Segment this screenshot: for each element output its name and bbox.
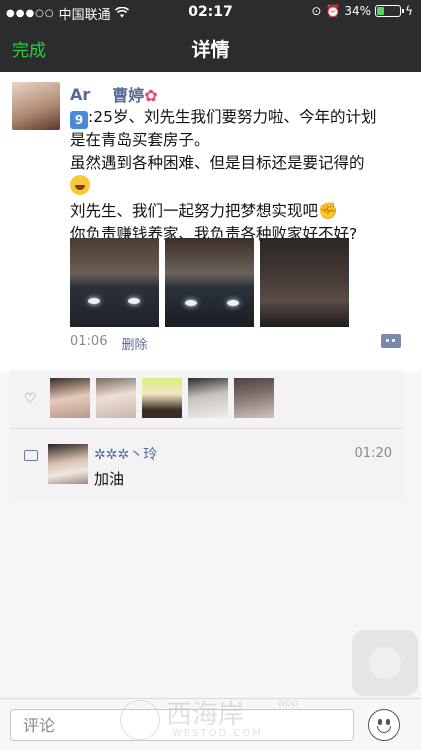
divider [10, 428, 404, 429]
author-avatar[interactable] [12, 82, 60, 130]
number-nine-icon: 9 [70, 111, 88, 129]
alarm-icon: ⏰ [325, 4, 341, 18]
emoji-eye [378, 719, 382, 725]
content-line: 9:25岁、刘先生我们要努力啦、今年的计划 [70, 106, 410, 129]
watermark-app: app [278, 696, 299, 709]
commenter-name[interactable]: ✲✲✲丶玲 [94, 444, 157, 464]
top-bar: ●●●○○ 中国联通 02:17 ⊙ ⏰ 34% ϟ 完成 详情 [0, 0, 421, 72]
battery-percent: 34% [344, 4, 372, 18]
emoji-mouth [377, 726, 391, 733]
author-name[interactable]: Ar 曹婷✿ [70, 82, 158, 106]
comment-icon [24, 450, 38, 461]
delete-button[interactable]: 删除 [121, 334, 147, 353]
content-text: :25岁、刘先生我们要努力啦、今年的计划 [88, 108, 377, 126]
watermark-title: 西海岸 [166, 700, 245, 730]
post-time: 01:06 [70, 334, 108, 349]
status-right: ⊙ ⏰ 34% ϟ [311, 4, 413, 18]
post-meta: 01:06 删除 [70, 334, 147, 353]
post-photo-1[interactable] [70, 238, 159, 327]
watermark-url: WESTOD.COM [172, 728, 263, 739]
content-line: 刘先生、我们一起努力把梦想实现吧✊ [70, 199, 410, 223]
content-text: 刘先生、我们一起努力把梦想实现吧 [70, 202, 319, 220]
heart-icon: ♡ [24, 391, 37, 407]
laughing-tears-emoji-icon [70, 175, 90, 195]
nav-bar: 完成 详情 [0, 24, 421, 72]
post-photo-3[interactable] [260, 238, 349, 327]
author-name-part1: Ar [70, 84, 91, 104]
watermark-logo-icon [120, 700, 160, 740]
flexed-bicep-emoji-icon: ✊ [318, 201, 338, 220]
likes-row: ♡ [10, 370, 404, 426]
likes-comments-box: ♡ ✲✲✲丶玲 01:20 加油 [10, 370, 404, 500]
emoji-eye [386, 719, 390, 725]
battery-fill [377, 7, 385, 15]
author-name-part2: 曹婷✿ [112, 82, 157, 106]
photo-grid [70, 238, 349, 327]
content-line: 是在青岛买套房子。 [70, 131, 210, 149]
rotation-lock-icon: ⊙ [311, 4, 322, 18]
liker-avatar[interactable] [142, 378, 182, 418]
charging-icon: ϟ [405, 4, 413, 18]
comment-time: 01:20 [354, 446, 392, 461]
status-bar: ●●●○○ 中国联通 02:17 ⊙ ⏰ 34% ϟ [0, 0, 421, 24]
commenter-avatar[interactable] [48, 444, 88, 484]
author-name-text: 曹婷 [112, 86, 145, 105]
watermark: 西海岸 app WESTOD.COM [120, 694, 310, 744]
post-content: 9:25岁、刘先生我们要努力啦、今年的计划 是在青岛买套房子。 虽然遇到各种困难… [70, 106, 410, 246]
post-photo-2[interactable] [165, 238, 254, 327]
liker-avatar[interactable] [234, 378, 274, 418]
battery-icon [375, 5, 405, 17]
page-title: 详情 [191, 39, 230, 61]
comment-menu-icon[interactable] [381, 334, 401, 348]
liker-avatar[interactable] [50, 378, 90, 418]
moment-post: Ar 曹婷✿ 9:25岁、刘先生我们要努力啦、今年的计划 是在青岛买套房子。 虽… [0, 72, 421, 372]
liker-avatar[interactable] [96, 378, 136, 418]
comment-text[interactable]: 加油 [94, 468, 124, 489]
content-line [70, 175, 410, 199]
emoji-button[interactable] [368, 709, 400, 741]
content-line: 虽然遇到各种困难、但是目标还是要记得的 [70, 154, 365, 172]
flower-icon: ✿ [144, 86, 158, 105]
liker-avatar[interactable] [188, 378, 228, 418]
assistive-touch-button[interactable] [352, 630, 418, 696]
